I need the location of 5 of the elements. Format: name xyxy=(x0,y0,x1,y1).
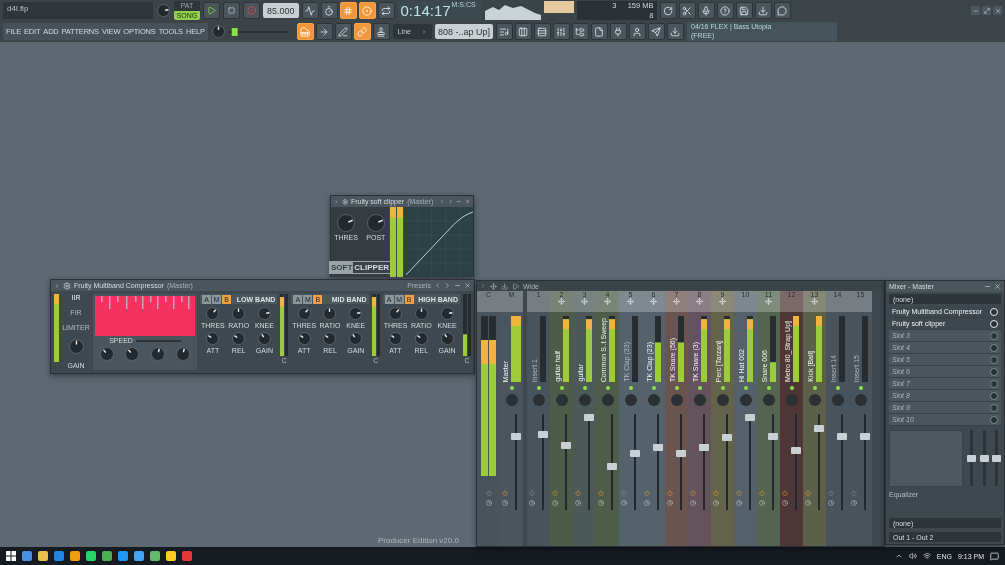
file-name: d4l.flp xyxy=(3,2,153,19)
version-label: Producer Edition v20.0 xyxy=(378,536,459,545)
tempo-field[interactable]: 85.000 xyxy=(263,3,299,18)
pattern-select[interactable]: 808 -..ap Up] xyxy=(434,24,493,39)
plugin-logo: SOFT CLIPPER xyxy=(329,261,391,274)
